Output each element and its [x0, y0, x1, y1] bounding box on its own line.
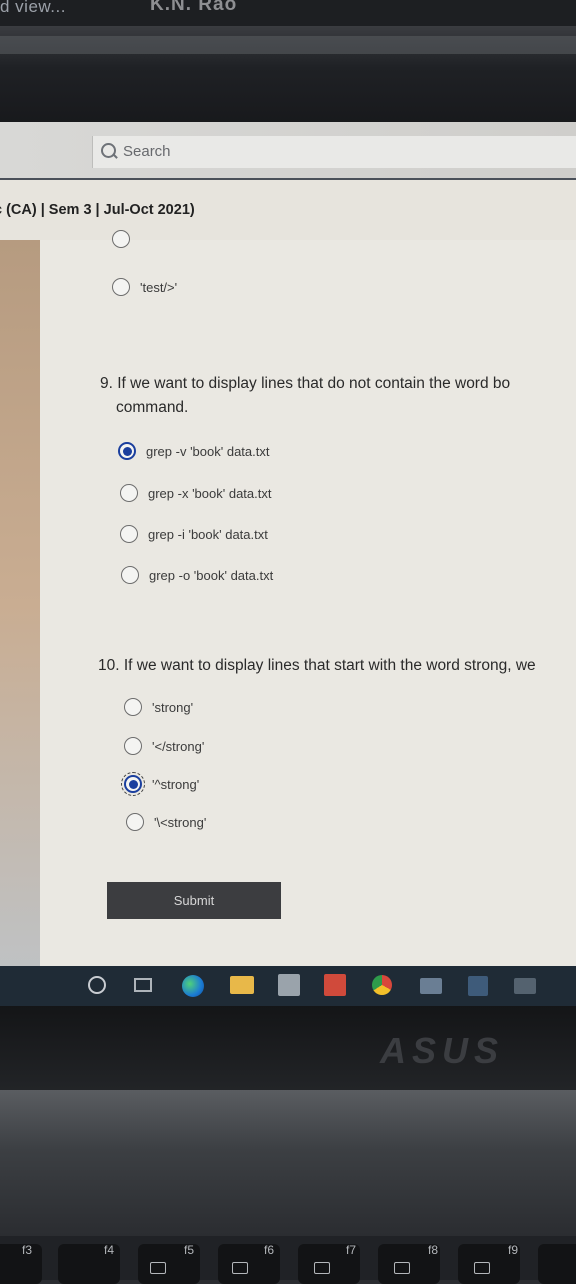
- option-label: grep -v 'book' data.txt: [146, 443, 270, 459]
- browser-toolbar: Search: [0, 122, 576, 180]
- radio-unchecked-icon[interactable]: [124, 737, 142, 755]
- key: [538, 1244, 576, 1284]
- touchpad-toggle-icon: [474, 1262, 490, 1274]
- q9-option-3[interactable]: grep -i 'book' data.txt: [120, 525, 268, 543]
- keyboard-backlight-icon: [150, 1262, 166, 1274]
- key-label-f6: f6: [264, 1243, 275, 1257]
- radio-unchecked-icon[interactable]: [120, 525, 138, 543]
- app-icon[interactable]: [468, 976, 488, 996]
- keyboard-function-row: [0, 1236, 576, 1284]
- app-icon[interactable]: [420, 978, 442, 994]
- brand-logo: ASUS: [380, 1030, 505, 1071]
- option-label: '\<strong': [154, 814, 207, 830]
- course-header: c (CA) | Sem 3 | Jul-Oct 2021): [0, 180, 576, 240]
- display-off-icon: [314, 1262, 330, 1274]
- key-label-f4: f4: [104, 1243, 115, 1257]
- key-label-f7: f7: [346, 1243, 357, 1257]
- radio-checked-icon[interactable]: [118, 442, 136, 460]
- radio-unchecked-icon[interactable]: [124, 698, 142, 716]
- option-label: grep -o 'book' data.txt: [149, 567, 274, 583]
- course-title: c (CA) | Sem 3 | Jul-Oct 2021): [0, 202, 195, 218]
- project-display-icon: [394, 1262, 410, 1274]
- option-label: 'test/>': [140, 279, 178, 295]
- option-label: grep -x 'book' data.txt: [148, 485, 272, 501]
- radio-unchecked-icon[interactable]: [120, 484, 138, 502]
- key-label-f3: f3: [22, 1243, 33, 1257]
- radio-unchecked-icon[interactable]: [112, 230, 130, 248]
- q9-option-4[interactable]: grep -o 'book' data.txt: [121, 566, 273, 584]
- radio-unchecked-icon[interactable]: [121, 566, 139, 584]
- brightness-icon: [232, 1262, 248, 1274]
- question-9-text-cont: command.: [116, 399, 189, 416]
- question-9-text: 9. If we want to display lines that do n…: [100, 375, 511, 392]
- chrome-icon[interactable]: [372, 975, 392, 995]
- q8-option[interactable]: 'test/>': [112, 278, 177, 296]
- book-edge: d view... K.N. Rao: [0, 0, 576, 26]
- key-label-f5: f5: [184, 1243, 195, 1257]
- search-placeholder: Search: [123, 143, 171, 160]
- laptop-hinge: [0, 1090, 576, 1240]
- q10-option-1[interactable]: 'strong': [124, 698, 193, 716]
- q10-option-4[interactable]: '\<strong': [126, 813, 206, 831]
- key-label-f8: f8: [428, 1243, 439, 1257]
- option-label: '^strong': [152, 776, 200, 792]
- question-10-text: 10. If we want to display lines that sta…: [98, 657, 536, 674]
- book-text-right: K.N. Rao: [150, 0, 238, 15]
- option-label: 'strong': [152, 699, 194, 715]
- store-icon[interactable]: [278, 974, 300, 996]
- task-view-icon[interactable]: [134, 978, 152, 992]
- search-input[interactable]: Search: [92, 136, 576, 168]
- quiz-content: 'test/>' 9. If we want to display lines …: [40, 230, 576, 970]
- submit-button[interactable]: Submit: [107, 882, 281, 919]
- book-text-left: d view...: [0, 0, 66, 16]
- bezel-reflection: [0, 36, 576, 54]
- taskbar: [0, 966, 576, 1006]
- q10-option-2[interactable]: '</strong': [124, 737, 204, 755]
- option-cropped[interactable]: [112, 230, 130, 248]
- edge-icon[interactable]: [182, 975, 204, 997]
- app-icon[interactable]: [514, 978, 536, 994]
- start-icon[interactable]: [88, 976, 106, 994]
- key: [0, 1244, 42, 1284]
- file-explorer-icon[interactable]: [230, 976, 254, 994]
- q10-option-3[interactable]: '^strong': [121, 772, 200, 796]
- side-panel: [0, 240, 40, 970]
- q9-option-1[interactable]: grep -v 'book' data.txt: [118, 442, 269, 460]
- q9-option-2[interactable]: grep -x 'book' data.txt: [120, 484, 271, 502]
- radio-unchecked-icon[interactable]: [112, 278, 130, 296]
- screen: Search c (CA) | Sem 3 | Jul-Oct 2021) 't…: [0, 122, 576, 970]
- radio-checked-icon[interactable]: [121, 772, 145, 796]
- radio-unchecked-icon[interactable]: [126, 813, 144, 831]
- key-label-f9: f9: [508, 1243, 519, 1257]
- option-label: '</strong': [152, 738, 205, 754]
- app-icon[interactable]: [324, 974, 346, 996]
- search-icon: [101, 143, 116, 158]
- option-label: grep -i 'book' data.txt: [148, 526, 268, 542]
